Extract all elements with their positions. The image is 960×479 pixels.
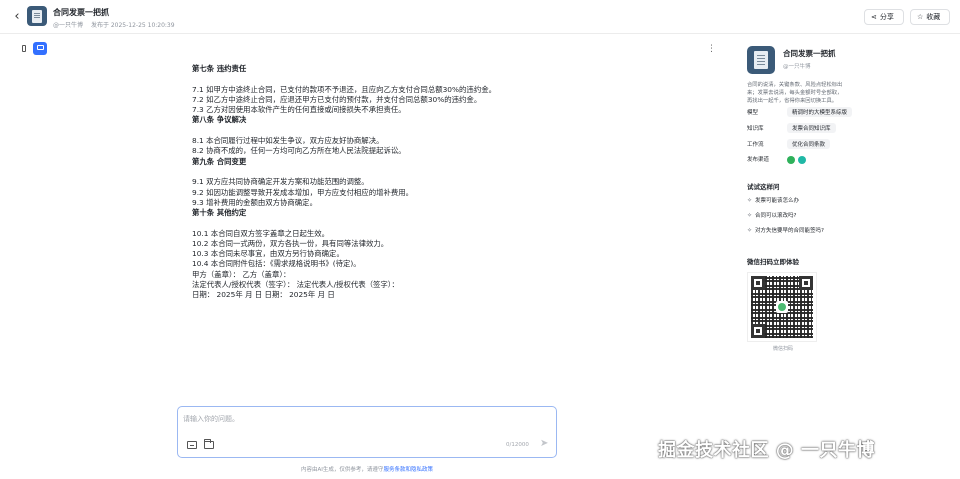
terms-link[interactable]: 服务条款和隐私政策 xyxy=(383,467,433,473)
section-heading: 第十条 其他约定 xyxy=(192,208,247,218)
suggestion-text: 发票可能该怎么办 xyxy=(755,198,800,204)
clause-line: 9.3 增补费用的金额由双方协商确定。 xyxy=(192,197,317,207)
desktop-icon xyxy=(36,45,44,50)
meta-label: 发布渠道 xyxy=(747,157,770,163)
sparkle-icon: ✧ xyxy=(747,227,753,234)
share-label: 分享 xyxy=(879,13,894,21)
suggestion-item[interactable]: ✧ 发票可能该怎么办 xyxy=(747,196,799,204)
agent-avatar xyxy=(747,46,775,74)
clause-line: 9.1 双方应共同协商确定开发方案和功能范围的调整。 xyxy=(192,177,369,187)
qr-title: 微信扫码立即体验 xyxy=(747,258,799,266)
sparkle-icon: ✧ xyxy=(747,212,753,219)
mobile-view-toggle[interactable] xyxy=(18,42,30,55)
meta-label: 工作流 xyxy=(747,142,764,148)
meta-label: 模型 xyxy=(747,110,759,116)
clause-line: 8.2 协商不成的，任何一方均可向乙方所在地人民法院提起诉讼。 xyxy=(192,146,406,156)
agent-name: 合同发票一把抓 xyxy=(783,49,836,58)
clause-line: 9.2 如因功能调整导致开发成本增加，甲方应支付相应的增补费用。 xyxy=(192,187,414,197)
contract-document: 第七条 违约责任 7.1 如甲方中途终止合同，已支付的款项不予退还，且应向乙方支付… xyxy=(192,64,532,300)
top-header: ‹ 合同发票一把抓 @一只牛博 发布于 2025-12-25 10:20:39 … xyxy=(0,0,960,34)
wechat-qr-code xyxy=(747,272,817,342)
suggestion-item[interactable]: ✧ 合同可以滚改吗? xyxy=(747,211,796,219)
send-icon[interactable]: ➤ xyxy=(540,439,550,449)
app-avatar xyxy=(27,6,47,26)
model-tag: 精调时的大模型系综版 xyxy=(787,107,853,117)
clause-line: 7.2 如乙方中途终止合同，应退还甲方已支付的预付款，并支付合同总额30%的违约… xyxy=(192,95,482,104)
knowledge-tag[interactable]: 发票合同知识库 xyxy=(787,123,836,133)
favorite-label: 收藏 xyxy=(926,13,941,21)
section-heading: 第九条 合同变更 xyxy=(192,156,247,166)
agent-info-panel: 合同发票一把抓 @一只牛博 合同的说清，关键条款、风险点轻松标出来；发票去说清，… xyxy=(730,34,960,479)
clause-line: 日期： 2025年 月 日 日期： 2025年 月 日 xyxy=(192,290,335,300)
share-button[interactable]: ⋖ 分享 xyxy=(864,9,904,25)
suggestion-text: 对方失信要早的合同能签吗? xyxy=(755,228,824,234)
mobile-icon xyxy=(22,45,26,52)
ai-disclaimer: 内容由AI生成，仅供参考，请遵守服务条款和隐私政策 xyxy=(177,465,557,473)
clause-line: 法定代表人/授权代表（签字）： 法定代表人/授权代表（签字）： xyxy=(192,279,399,289)
qr-pattern xyxy=(751,276,813,338)
sparkle-icon: ✧ xyxy=(747,197,753,204)
meta-label: 知识库 xyxy=(747,126,764,132)
suggest-title: 试试这样问 xyxy=(747,183,780,191)
section-heading: 第八条 争议解决 xyxy=(192,115,247,125)
clause-line: 甲方（盖章）： 乙方（盖章）： xyxy=(192,269,291,279)
clause-line: 10.4 本合同附件包括：《需求规格说明书》(待定)。 xyxy=(192,259,361,269)
back-arrow-icon[interactable]: ‹ xyxy=(10,9,24,25)
clause-line: 10.3 本合同未尽事宜，由双方另行协商确定。 xyxy=(192,249,344,259)
meta-workflow: 工作流 优化合同条款 xyxy=(747,139,831,149)
folder-upload-icon[interactable] xyxy=(204,439,214,449)
chat-input-box: 0/12000 ➤ xyxy=(177,406,557,458)
meta-knowledge: 知识库 发票合同知识库 xyxy=(747,123,836,133)
qr-finder xyxy=(799,276,813,290)
favorite-button[interactable]: ☆ 收藏 xyxy=(910,9,950,25)
agent-author[interactable]: @一只牛博 xyxy=(783,62,811,70)
suggestion-item[interactable]: ✧ 对方失信要早的合同能签吗? xyxy=(747,226,824,234)
section-heading: 第七条 违约责任 xyxy=(192,64,247,73)
chat-input[interactable] xyxy=(183,415,543,423)
watermark: 掘金技术社区 @ 一只牛博 xyxy=(658,440,876,461)
qr-caption: 微信扫码 xyxy=(772,346,793,352)
char-count: 0/12000 xyxy=(506,442,529,448)
app-channel-icon[interactable] xyxy=(798,155,806,164)
clause-line: 10.2 本合同一式两份，双方各执一份，具有同等法律效力。 xyxy=(192,239,389,249)
more-options-icon[interactable]: ⋮ xyxy=(707,44,716,54)
clause-line: 7.3 乙方对因使用本软件产生的任何直接或间接损失不承担责任。 xyxy=(192,105,406,115)
desktop-view-toggle[interactable] xyxy=(33,42,47,55)
clause-line: 8.1 本合同履行过程中如发生争议，双方应友好协商解决。 xyxy=(192,136,384,146)
qr-finder xyxy=(751,276,765,290)
workflow-tag[interactable]: 优化合同条款 xyxy=(787,139,831,149)
meta-model: 模型 精调时的大模型系综版 xyxy=(747,107,853,117)
meta-channel: 发布渠道 xyxy=(747,155,809,164)
publish-time: 发布于 2025-12-25 10:20:39 xyxy=(90,22,175,29)
disclaimer-text: 内容由AI生成，仅供参考，请遵守 xyxy=(301,467,384,473)
app-title: 合同发票一把抓 xyxy=(53,8,109,17)
agent-description: 合同的说清，关键条款、风险点轻松标出来；发票去说清，每头金额时号全部取，再找出一… xyxy=(747,82,843,104)
star-icon: ☆ xyxy=(917,13,924,21)
qr-finder xyxy=(751,324,765,338)
wechat-logo-icon xyxy=(776,301,788,313)
image-upload-icon[interactable] xyxy=(187,441,197,449)
app-subtitle: @一只牛博 发布于 2025-12-25 10:20:39 xyxy=(53,20,181,29)
wechat-channel-icon[interactable] xyxy=(787,155,795,164)
author-handle[interactable]: @一只牛博 xyxy=(53,22,83,29)
clause-line: 7.1 如甲方中途终止合同，已支付的款项不予退还，且应向乙方支付合同总额30%的… xyxy=(192,84,496,94)
clause-line: 10.1 本合同自双方签字盖章之日起生效。 xyxy=(192,228,330,238)
suggestion-text: 合同可以滚改吗? xyxy=(755,213,797,219)
share-icon: ⋖ xyxy=(871,13,877,21)
